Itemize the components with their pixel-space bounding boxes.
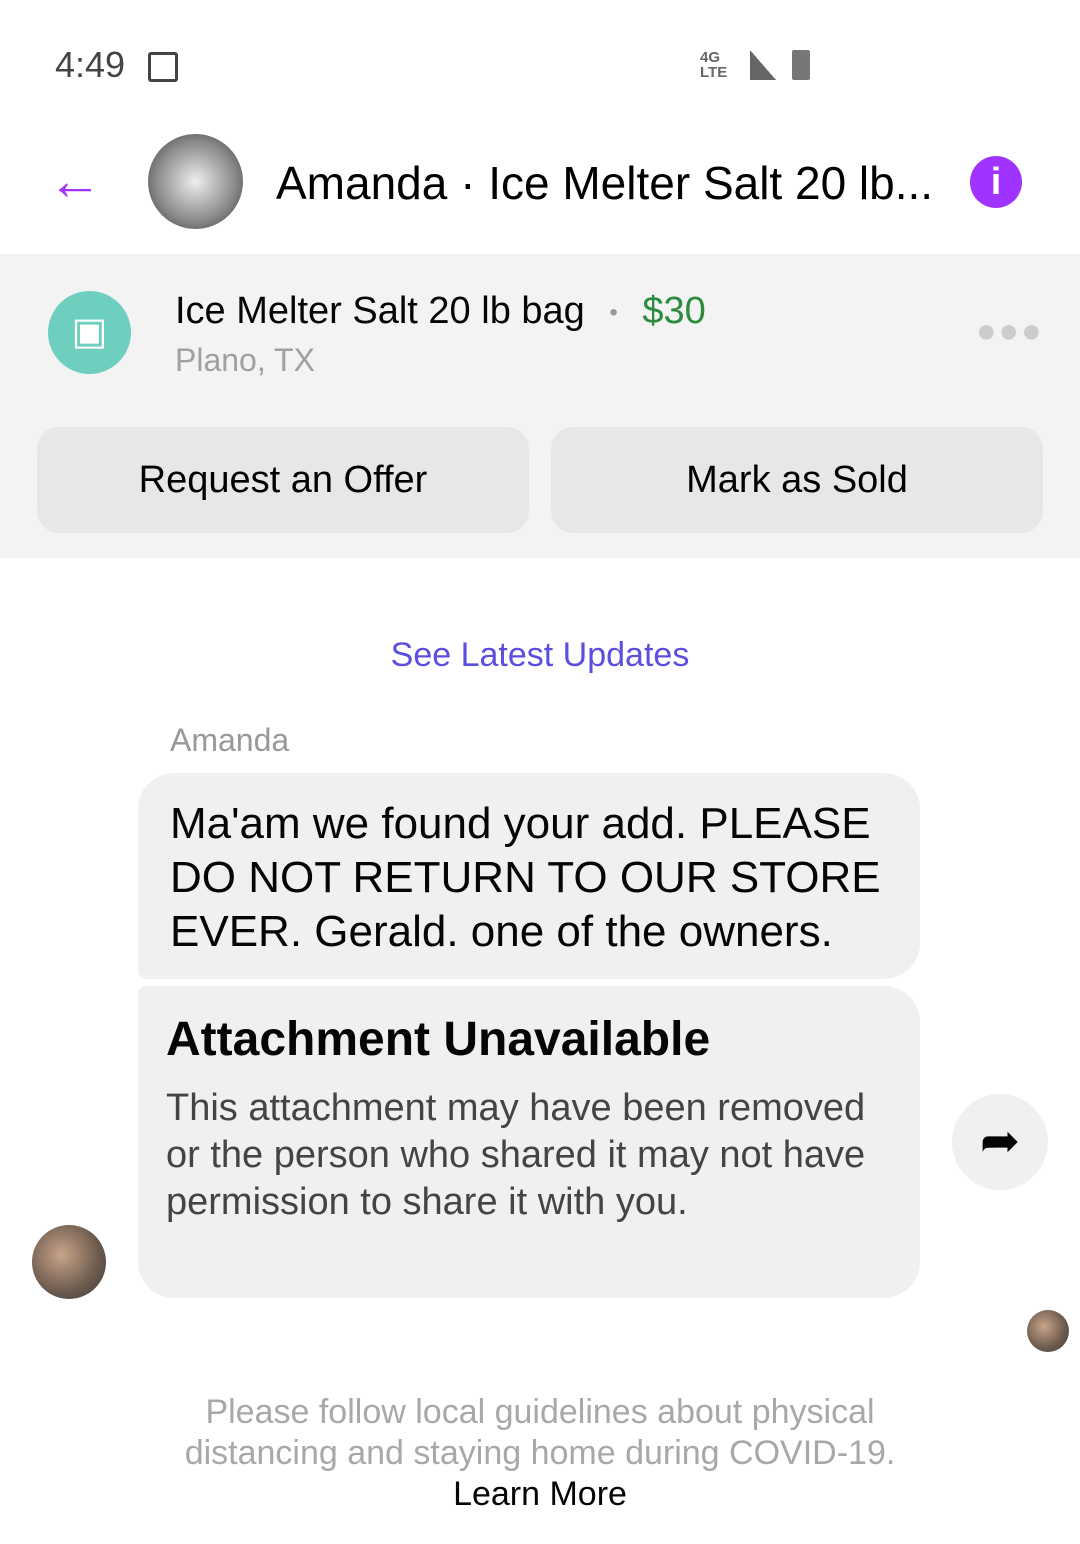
status-time: 4:49 [55,44,126,85]
sender-name: Amanda [170,722,290,758]
battery-icon [792,50,810,80]
signal-icon [750,50,776,80]
listing-avatar[interactable] [148,134,243,229]
news-icon [148,52,178,82]
covid-notice: Please follow local guidelines about phy… [170,1392,910,1515]
listing-price: $30 [642,290,706,332]
notice-text: Please follow local guidelines about phy… [184,1393,896,1472]
listing-title[interactable]: Ice Melter Salt 20 lb bag [175,290,585,332]
read-receipt-avatar [1027,1310,1069,1352]
request-offer-button[interactable]: Request an Offer [37,427,529,533]
separator: • [609,298,618,326]
mark-sold-button[interactable]: Mark as Sold [551,427,1043,533]
marketplace-icon: ▣ [48,291,131,374]
see-latest-updates-link[interactable]: See Latest Updates [0,636,1080,675]
message-bubble[interactable]: Ma'am we found your add. PLEASE DO NOT R… [138,773,920,979]
conversation-title[interactable]: Amanda · Ice Melter Salt 20 lb... [276,156,933,210]
attachment-title: Attachment Unavailable [166,1013,711,1066]
message-text: Ma'am we found your add. PLEASE DO NOT R… [170,799,881,956]
info-icon[interactable]: i [970,156,1022,208]
attachment-bubble[interactable]: Attachment Unavailable This attachment m… [138,986,920,1298]
share-button[interactable]: ➦ [952,1094,1048,1190]
listing-location: Plano, TX [175,342,315,378]
learn-more-link[interactable]: Learn More [453,1475,627,1513]
network-indicator: 4G LTE [700,49,728,81]
back-button[interactable]: ← [48,150,102,212]
attachment-text: This attachment may have been removed or… [166,1087,866,1223]
sender-avatar[interactable] [32,1225,106,1299]
more-options-icon[interactable]: ●●● [976,312,1044,351]
